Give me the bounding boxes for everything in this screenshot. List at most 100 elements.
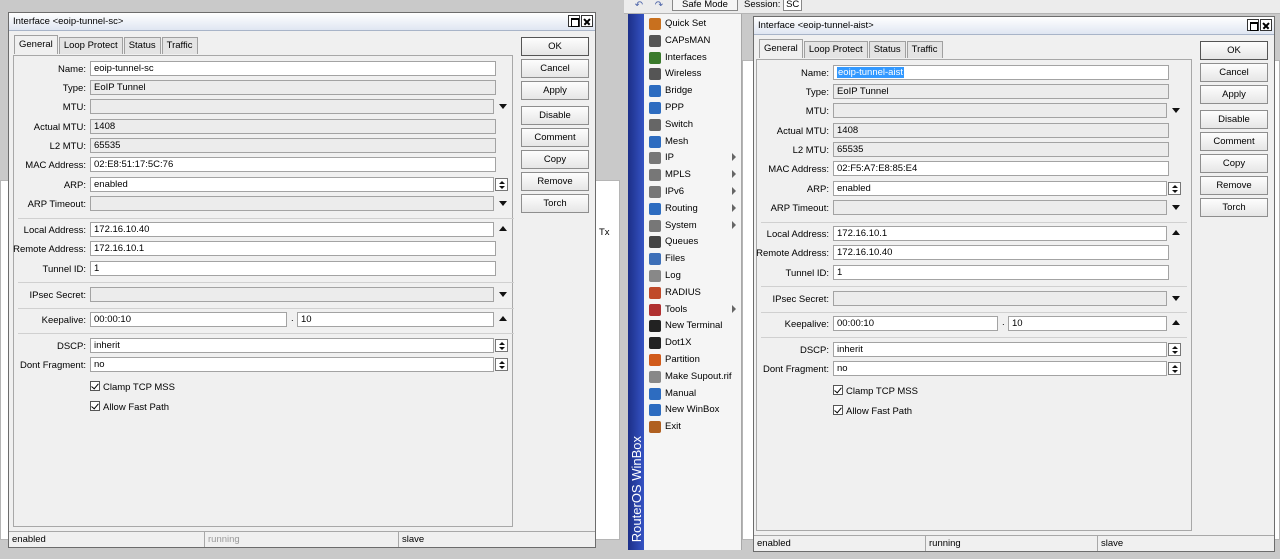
menu-item-new-winbox[interactable]: New WinBox (644, 402, 742, 418)
mtu-field[interactable] (833, 103, 1167, 118)
maximize-icon[interactable] (1247, 19, 1259, 31)
tab-status[interactable]: Status (868, 41, 906, 58)
menu-item-ip[interactable]: IP (644, 150, 742, 166)
tab-general[interactable]: General (759, 39, 803, 58)
type-field[interactable]: EoIP Tunnel (90, 80, 496, 95)
menu-item-exit[interactable]: Exit (644, 419, 742, 435)
tab-traffic[interactable]: Traffic (906, 41, 943, 58)
dropdown-spinner-icon[interactable] (1168, 343, 1181, 356)
l2-mtu-field[interactable]: 65535 (90, 138, 496, 153)
comment-button[interactable]: Comment (521, 128, 589, 147)
menu-item-capsman[interactable]: CAPsMAN (644, 33, 742, 49)
menu-item-make-supout-rif[interactable]: Make Supout.rif (644, 369, 742, 385)
tab-loop-protect[interactable]: Loop Protect (58, 37, 123, 54)
cancel-button[interactable]: Cancel (1200, 63, 1268, 82)
dscp-field[interactable]: inherit (833, 342, 1167, 357)
menu-item-tools[interactable]: Tools (644, 302, 742, 318)
ipsec-field[interactable] (90, 287, 494, 302)
dropdown-spinner-icon[interactable] (495, 339, 508, 352)
arp-field[interactable]: enabled (833, 181, 1167, 196)
remove-button[interactable]: Remove (1200, 176, 1268, 195)
torch-button[interactable]: Torch (1200, 198, 1268, 217)
expand-arrow-icon[interactable] (497, 197, 509, 209)
expand-arrow-icon[interactable] (1170, 292, 1182, 304)
menu-item-routing[interactable]: Routing (644, 201, 742, 217)
collapse-arrow-icon[interactable] (497, 313, 509, 325)
tab-status[interactable]: Status (123, 37, 161, 54)
actual-mtu-field[interactable]: 1408 (833, 123, 1169, 138)
menu-item-log[interactable]: Log (644, 268, 742, 284)
collapse-arrow-icon[interactable] (497, 223, 509, 235)
arp-timeout-field[interactable] (90, 196, 494, 211)
remove-button[interactable]: Remove (521, 172, 589, 191)
menu-item-mesh[interactable]: Mesh (644, 134, 742, 150)
tab-general[interactable]: General (14, 35, 58, 54)
l2-mtu-field[interactable]: 65535 (833, 142, 1169, 157)
comment-button[interactable]: Comment (1200, 132, 1268, 151)
menu-item-system[interactable]: System (644, 218, 742, 234)
menu-item-radius[interactable]: RADIUS (644, 285, 742, 301)
menu-item-new-terminal[interactable]: New Terminal (644, 318, 742, 334)
menu-item-ipv6[interactable]: IPv6 (644, 184, 742, 200)
mtu-field[interactable] (90, 99, 494, 114)
menu-item-partition[interactable]: Partition (644, 352, 742, 368)
local-field[interactable]: 172.16.10.1 (833, 226, 1167, 241)
disable-button[interactable]: Disable (1200, 110, 1268, 129)
remote-field[interactable]: 172.16.10.40 (833, 245, 1169, 260)
dont-frag-field[interactable]: no (90, 357, 494, 372)
copy-button[interactable]: Copy (1200, 154, 1268, 173)
dont-frag-field[interactable]: no (833, 361, 1167, 376)
undo-icon[interactable]: ↶ (630, 0, 648, 12)
dropdown-spinner-icon[interactable] (495, 178, 508, 191)
menu-item-ppp[interactable]: PPP (644, 100, 742, 116)
safe-mode-button[interactable]: Safe Mode (672, 0, 738, 11)
collapse-arrow-icon[interactable] (1170, 317, 1182, 329)
local-field[interactable]: 172.16.10.40 (90, 222, 494, 237)
clamp-checkbox[interactable]: Clamp TCP MSS (90, 381, 175, 393)
torch-button[interactable]: Torch (521, 194, 589, 213)
apply-button[interactable]: Apply (1200, 85, 1268, 104)
expand-arrow-icon[interactable] (497, 288, 509, 300)
window-titlebar[interactable]: Interface <eoip-tunnel-aist> (754, 17, 1274, 35)
fast-path-checkbox[interactable]: Allow Fast Path (833, 405, 912, 417)
redo-icon[interactable]: ↷ (650, 0, 668, 12)
fast-path-checkbox[interactable]: Allow Fast Path (90, 401, 169, 413)
column-header-tx[interactable]: Tx (599, 227, 610, 238)
disable-button[interactable]: Disable (521, 106, 589, 125)
copy-button[interactable]: Copy (521, 150, 589, 169)
window-titlebar[interactable]: Interface <eoip-tunnel-sc> (9, 13, 595, 31)
keepalive-retries-field[interactable]: 10 (1008, 316, 1167, 331)
name-field[interactable]: eoip-tunnel-aist (833, 65, 1169, 80)
maximize-icon[interactable] (568, 15, 580, 27)
keepalive-field[interactable]: 00:00:10 (833, 316, 998, 331)
tab-loop-protect[interactable]: Loop Protect (803, 41, 868, 58)
expand-arrow-icon[interactable] (1170, 201, 1182, 213)
expand-arrow-icon[interactable] (1170, 104, 1182, 116)
tab-traffic[interactable]: Traffic (161, 37, 198, 54)
menu-item-queues[interactable]: Queues (644, 234, 742, 250)
menu-item-files[interactable]: Files (644, 251, 742, 267)
close-icon[interactable] (1260, 19, 1272, 31)
dscp-field[interactable]: inherit (90, 338, 494, 353)
mac-field[interactable]: 02:E8:51:17:5C:76 (90, 157, 496, 172)
mac-field[interactable]: 02:F5:A7:E8:85:E4 (833, 161, 1169, 176)
arp-field[interactable]: enabled (90, 177, 494, 192)
type-field[interactable]: EoIP Tunnel (833, 84, 1169, 99)
name-field[interactable]: eoip-tunnel-sc (90, 61, 496, 76)
menu-item-interfaces[interactable]: Interfaces (644, 50, 742, 66)
menu-item-manual[interactable]: Manual (644, 386, 742, 402)
ok-button[interactable]: OK (521, 37, 589, 56)
dropdown-spinner-icon[interactable] (1168, 362, 1181, 375)
dropdown-spinner-icon[interactable] (1168, 182, 1181, 195)
ipsec-field[interactable] (833, 291, 1167, 306)
close-icon[interactable] (581, 15, 593, 27)
arp-timeout-field[interactable] (833, 200, 1167, 215)
ok-button[interactable]: OK (1200, 41, 1268, 60)
remote-field[interactable]: 172.16.10.1 (90, 241, 496, 256)
expand-arrow-icon[interactable] (497, 100, 509, 112)
menu-item-switch[interactable]: Switch (644, 117, 742, 133)
keepalive-retries-field[interactable]: 10 (297, 312, 494, 327)
actual-mtu-field[interactable]: 1408 (90, 119, 496, 134)
menu-item-dot1x[interactable]: Dot1X (644, 335, 742, 351)
tunnel-id-field[interactable]: 1 (833, 265, 1169, 280)
